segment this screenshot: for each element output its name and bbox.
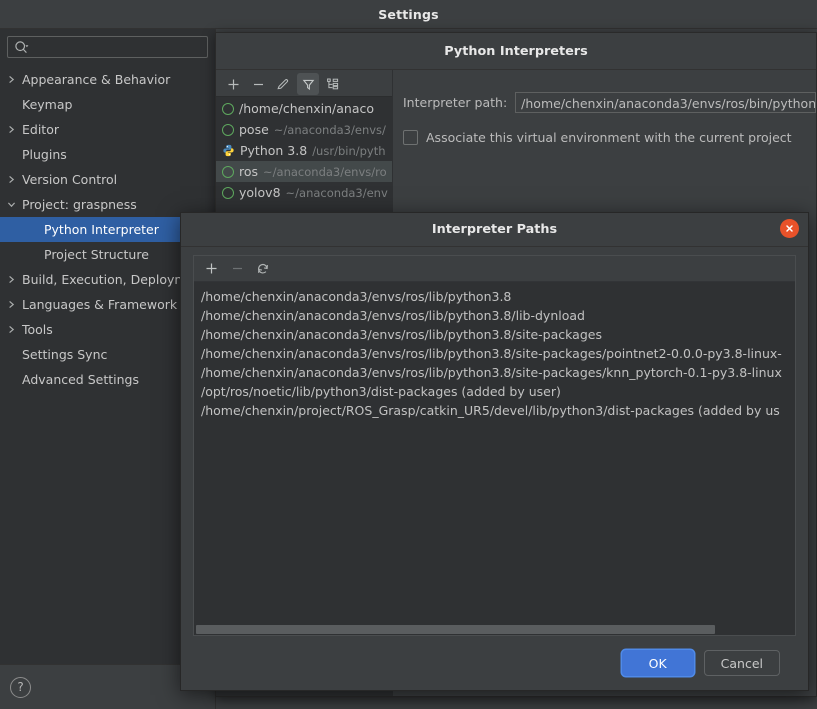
sidebar-item-label: Project: graspness	[22, 197, 137, 212]
interpreter-name: ros	[239, 164, 259, 179]
chevron-right-icon[interactable]	[0, 325, 22, 334]
add-interpreter-button[interactable]	[222, 73, 244, 95]
help-icon[interactable]: ?	[10, 676, 31, 698]
interpreter-name: /home/chenxin/anaco	[239, 101, 375, 116]
sidebar-item-label: Build, Execution, Deployn	[22, 272, 183, 287]
interpreter-paths-content: /home/chenxin/anaconda3/envs/ros/lib/pyt…	[181, 247, 808, 690]
conda-env-icon	[222, 165, 234, 178]
conda-env-icon	[222, 102, 234, 115]
interpreter-path-input[interactable]: /home/chenxin/anaconda3/envs/ros/bin/pyt…	[515, 92, 816, 113]
settings-window-title: Settings	[378, 6, 439, 22]
associate-environment-row[interactable]: Associate this virtual environment with …	[403, 130, 816, 145]
list-item[interactable]: /home/chenxin/project/ROS_Grasp/catkin_U…	[194, 401, 795, 420]
interpreter-list-toolbar	[216, 70, 392, 96]
edit-interpreter-button[interactable]	[272, 73, 294, 95]
sidebar-item-label: Editor	[22, 122, 59, 137]
sidebar-item-version-control[interactable]: Version Control	[0, 167, 215, 192]
interpreter-paths-titlebar: Interpreter Paths	[181, 213, 808, 247]
paths-toolbar	[194, 256, 795, 282]
sidebar-item-label: Advanced Settings	[22, 372, 139, 387]
settings-titlebar: Settings	[0, 0, 817, 29]
sidebar-item-label: Languages & Framework	[22, 297, 178, 312]
interpreter-name: Python 3.8	[240, 143, 308, 158]
list-item[interactable]: Python 3.8 /usr/bin/pyth	[216, 140, 392, 161]
scrollbar-thumb[interactable]	[196, 625, 716, 634]
tree-structure-icon[interactable]	[322, 73, 344, 95]
sidebar-item-plugins[interactable]: Plugins	[0, 142, 215, 167]
paths-list[interactable]: /home/chenxin/anaconda3/envs/ros/lib/pyt…	[194, 282, 795, 622]
ok-button[interactable]: OK	[621, 650, 694, 676]
list-item[interactable]: /home/chenxin/anaconda3/envs/ros/lib/pyt…	[194, 363, 795, 382]
interpreter-paths-dialog: Interpreter Paths /home/chenxin/anaconda…	[180, 212, 809, 691]
sidebar-item-keymap[interactable]: Keymap	[0, 92, 215, 117]
list-item[interactable]: ros ~/anaconda3/envs/ro	[216, 161, 392, 182]
associate-environment-label: Associate this virtual environment with …	[426, 130, 792, 145]
paths-dialog-buttons: OK Cancel	[193, 636, 796, 690]
list-item[interactable]: /home/chenxin/anaconda3/envs/ros/lib/pyt…	[194, 287, 795, 306]
conda-env-icon	[222, 123, 234, 136]
interpreter-path-hint: /usr/bin/pyth	[312, 143, 386, 158]
sidebar-item-label: Plugins	[22, 147, 67, 162]
interpreter-path-hint: ~/anaconda3/env	[285, 185, 388, 200]
sidebar-item-editor[interactable]: Editor	[0, 117, 215, 142]
list-item[interactable]: yolov8 ~/anaconda3/env	[216, 182, 392, 203]
list-item[interactable]: /home/chenxin/anaconda3/envs/ros/lib/pyt…	[194, 306, 795, 325]
sidebar-item-label: Python Interpreter	[44, 222, 159, 237]
interpreter-name: yolov8	[239, 185, 281, 200]
sidebar-item-label: Project Structure	[44, 247, 149, 262]
settings-search-box[interactable]	[7, 36, 208, 58]
list-item[interactable]: pose ~/anaconda3/envs/	[216, 119, 392, 140]
chevron-down-icon[interactable]	[0, 200, 22, 209]
search-icon	[14, 40, 29, 55]
list-item[interactable]: /home/chenxin/anaconda3/envs/ros/lib/pyt…	[194, 344, 795, 363]
sidebar-item-label: Appearance & Behavior	[22, 72, 171, 87]
list-item[interactable]: /opt/ros/noetic/lib/python3/dist-package…	[194, 382, 795, 401]
remove-path-button[interactable]	[226, 258, 248, 280]
interpreter-paths-title: Interpreter Paths	[431, 222, 558, 237]
python-icon	[222, 144, 235, 157]
conda-env-icon	[222, 186, 234, 199]
paths-horizontal-scrollbar[interactable]	[194, 622, 795, 635]
interpreter-path-hint: ~/anaconda3/envs/	[273, 122, 386, 137]
add-path-button[interactable]	[200, 258, 222, 280]
settings-search-row	[0, 29, 215, 64]
paths-panel: /home/chenxin/anaconda3/envs/ros/lib/pyt…	[193, 255, 796, 636]
interpreter-path-label: Interpreter path:	[403, 95, 508, 110]
filter-interpreters-button[interactable]	[297, 73, 319, 95]
refresh-icon[interactable]	[252, 258, 274, 280]
chevron-right-icon[interactable]	[0, 175, 22, 184]
chevron-right-icon[interactable]	[0, 75, 22, 84]
sidebar-item-label: Version Control	[22, 172, 118, 187]
list-item[interactable]: /home/chenxin/anaco	[216, 98, 392, 119]
sidebar-item-label: Keymap	[22, 97, 73, 112]
chevron-right-icon[interactable]	[0, 300, 22, 309]
python-interpreters-title: Python Interpreters	[444, 43, 588, 59]
interpreter-path-hint: ~/anaconda3/envs/ro	[263, 164, 387, 179]
chevron-right-icon[interactable]	[0, 275, 22, 284]
close-icon[interactable]	[780, 219, 799, 238]
settings-search-input[interactable]	[29, 38, 201, 56]
sidebar-item-appearance-behavior[interactable]: Appearance & Behavior	[0, 67, 215, 92]
associate-environment-checkbox[interactable]	[403, 130, 418, 145]
remove-interpreter-button[interactable]	[247, 73, 269, 95]
interpreter-path-row: Interpreter path: /home/chenxin/anaconda…	[403, 92, 816, 113]
list-item[interactable]: /home/chenxin/anaconda3/envs/ros/lib/pyt…	[194, 325, 795, 344]
sidebar-item-label: Tools	[22, 322, 53, 337]
python-interpreters-titlebar: Python Interpreters	[216, 33, 816, 70]
chevron-right-icon[interactable]	[0, 125, 22, 134]
sidebar-item-label: Settings Sync	[22, 347, 108, 362]
interpreter-name: pose	[239, 122, 269, 137]
cancel-button[interactable]: Cancel	[703, 650, 780, 676]
